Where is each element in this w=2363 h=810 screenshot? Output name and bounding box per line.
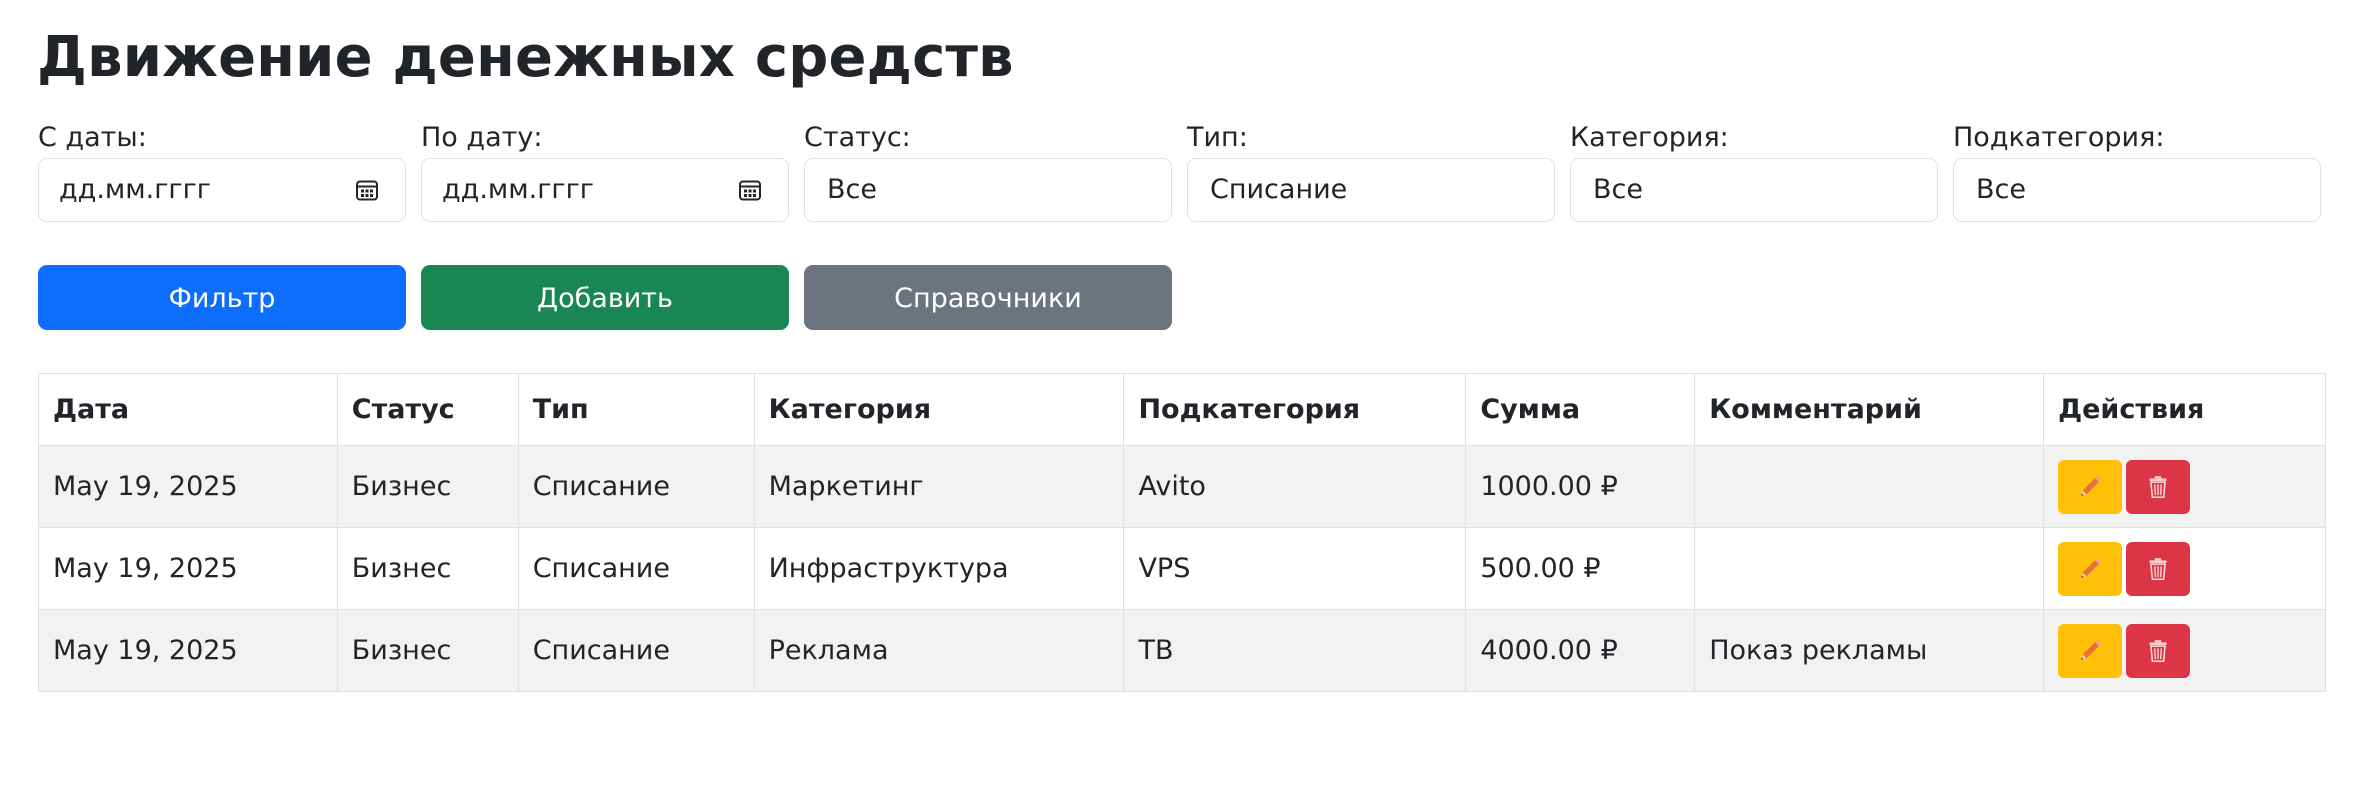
type-select[interactable]: Списание [1187,158,1555,222]
calendar-icon[interactable] [355,178,379,202]
filter-button[interactable]: Фильтр [38,265,406,330]
delete-button[interactable] [2126,623,2191,678]
date-to-input[interactable]: дд.мм.гггг [421,158,789,222]
cell-date: May 19, 2025 [38,445,338,528]
edit-button[interactable] [2058,459,2123,514]
table-row: May 19, 2025 Бизнес Списание Реклама ТВ … [38,609,2326,692]
cell-type: Списание [517,609,755,692]
cell-actions [2043,445,2326,528]
subcategory-select[interactable]: Все [1953,158,2321,222]
cell-comment [1694,445,2045,528]
edit-button[interactable] [2058,623,2123,678]
date-from-field: С даты: дд.мм.гггг [38,120,406,222]
cell-subcategory: VPS [1123,527,1467,610]
status-select[interactable]: Все [804,158,1172,222]
trash-icon [2149,475,2167,498]
cell-category: Реклама [753,609,1125,692]
cell-actions [2043,609,2326,692]
cell-type: Списание [517,445,755,528]
date-to-field: По дату: дд.мм.гггг [421,120,789,222]
date-from-input[interactable]: дд.мм.гггг [38,158,406,222]
category-label: Категория: [1570,122,1729,153]
page-title: Движение денежных средств [37,25,1014,90]
cell-comment [1694,527,2045,610]
date-from-value: дд.мм.гггг [59,174,211,205]
header-date: Дата [38,373,338,446]
edit-button[interactable] [2058,541,2123,596]
delete-button[interactable] [2126,459,2191,514]
add-button[interactable]: Добавить [421,265,789,330]
pencil-icon [2081,557,2101,578]
cell-type: Списание [517,527,755,610]
cell-date: May 19, 2025 [38,609,338,692]
date-from-label: С даты: [38,122,147,153]
cell-amount: 500.00 ₽ [1465,527,1696,610]
header-amount: Сумма [1465,373,1696,446]
header-comment: Комментарий [1694,373,2045,446]
cell-date: May 19, 2025 [38,527,338,610]
cell-amount: 4000.00 ₽ [1465,609,1696,692]
subcategory-field: Подкатегория: Все [1953,120,2321,222]
category-field: Категория: Все [1570,120,1938,222]
status-field: Статус: Все [804,120,1172,222]
cell-subcategory: ТВ [1123,609,1467,692]
cell-category: Маркетинг [753,445,1125,528]
cell-amount: 1000.00 ₽ [1465,445,1696,528]
type-field: Тип: Списание [1187,120,1555,222]
header-actions: Действия [2043,373,2326,446]
cell-actions [2043,527,2326,610]
transactions-table: Дата Статус Тип Категория Подкатегория С… [38,373,2326,692]
category-select[interactable]: Все [1570,158,1938,222]
date-to-value: дд.мм.гггг [442,174,594,205]
cell-status: Бизнес [336,609,519,692]
cell-comment: Показ рекламы [1694,609,2045,692]
trash-icon [2149,557,2167,580]
header-subcategory: Подкатегория [1123,373,1467,446]
table-row: May 19, 2025 Бизнес Списание Инфраструкт… [38,527,2326,610]
trash-icon [2149,639,2167,662]
table-row: May 19, 2025 Бизнес Списание Маркетинг A… [38,445,2326,528]
subcategory-label: Подкатегория: [1953,122,2165,153]
header-type: Тип [517,373,755,446]
date-to-label: По дату: [421,122,543,153]
pencil-icon [2081,639,2101,660]
header-status: Статус [336,373,519,446]
delete-button[interactable] [2126,541,2191,596]
cell-category: Инфраструктура [753,527,1125,610]
calendar-icon[interactable] [738,178,762,202]
cell-subcategory: Avito [1123,445,1467,528]
references-button[interactable]: Справочники [804,265,1172,330]
status-label: Статус: [804,122,911,153]
cell-status: Бизнес [336,527,519,610]
pencil-icon [2081,475,2101,496]
table-header-row: Дата Статус Тип Категория Подкатегория С… [38,373,2326,446]
filter-bar: С даты: дд.мм.гггг По дату: дд.мм.гггг С… [38,120,2326,222]
action-buttons: Фильтр Добавить Справочники [38,265,1172,330]
header-category: Категория [753,373,1125,446]
type-label: Тип: [1187,122,1248,153]
cell-status: Бизнес [336,445,519,528]
page: Движение денежных средств С даты: дд.мм.… [0,0,2363,810]
